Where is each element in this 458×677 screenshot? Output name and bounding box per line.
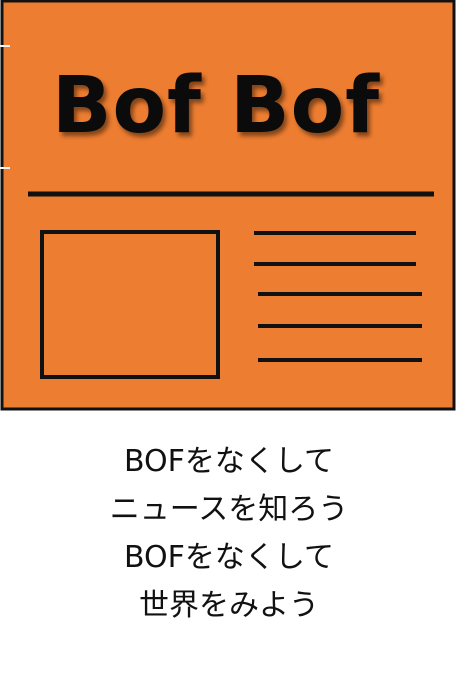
newspaper-logo: Bof Bof — [0, 0, 458, 412]
caption-block: BOFをなくして ニュースを知ろう BOFをなくして 世界をみよう — [0, 438, 458, 630]
caption-line-4: 世界をみよう — [139, 588, 319, 623]
logo-title: Bof Bof — [52, 61, 381, 151]
caption-line-1: BOFをなくして — [123, 444, 335, 479]
caption-line-3: BOFをなくして — [123, 540, 335, 575]
caption-line-2: ニュースを知ろう — [109, 492, 349, 527]
